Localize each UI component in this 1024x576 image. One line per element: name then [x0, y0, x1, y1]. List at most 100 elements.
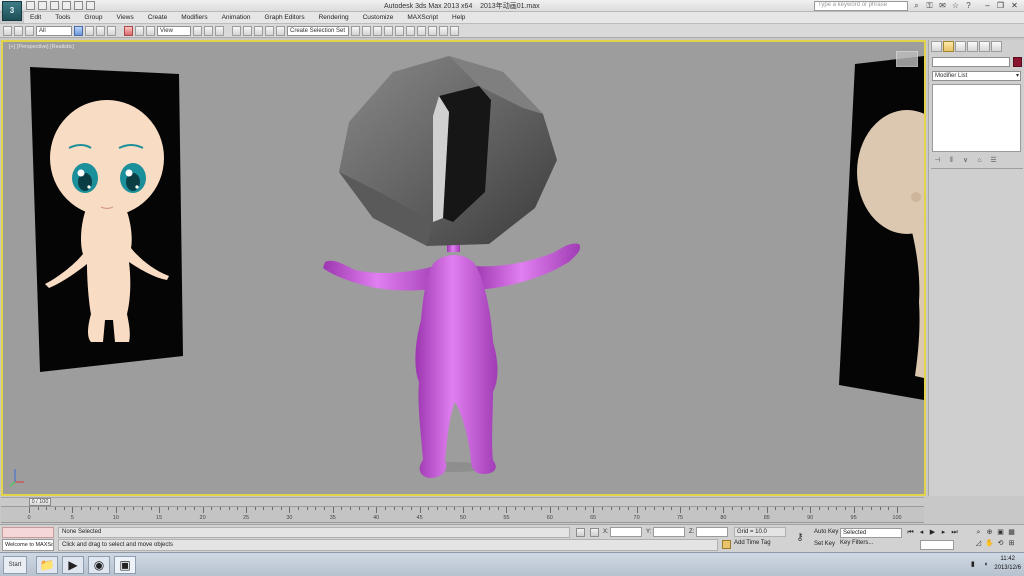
minimize-icon[interactable]: –	[981, 0, 994, 11]
close-icon[interactable]: ✕	[1007, 0, 1022, 11]
render-production-icon[interactable]	[450, 25, 459, 36]
select-link-icon[interactable]	[3, 25, 12, 36]
auto-key-button[interactable]: Auto Key	[814, 529, 838, 535]
play-icon[interactable]: ▶	[928, 528, 937, 537]
time-tag-icon[interactable]	[722, 540, 731, 549]
window-crossing-icon[interactable]	[107, 25, 116, 36]
selection-filter-dropdown[interactable]: All	[36, 25, 72, 36]
undo-icon[interactable]	[62, 1, 71, 10]
search-icon[interactable]: ⌕	[912, 1, 921, 10]
clock[interactable]: 11:42 2013/12/6	[994, 555, 1021, 573]
edit-named-selection-icon[interactable]	[276, 25, 285, 36]
make-unique-icon[interactable]: ∨	[961, 156, 970, 165]
configure-modifier-sets-icon[interactable]: ☰	[989, 156, 998, 165]
menu-graph-editors[interactable]: Graph Editors	[265, 12, 305, 23]
menu-help[interactable]: Help	[452, 12, 465, 23]
zoom-all-icon[interactable]: ⊕	[985, 528, 994, 537]
create-tab-icon[interactable]	[931, 41, 942, 52]
front-reference-plane[interactable]	[30, 67, 183, 372]
open-file-icon[interactable]	[38, 1, 47, 10]
utilities-tab-icon[interactable]	[991, 41, 1002, 52]
viewcube[interactable]	[896, 51, 918, 67]
help-search-input[interactable]: Type a keyword or phrase	[814, 1, 908, 11]
zoom-extents-icon[interactable]: ▣	[996, 528, 1005, 537]
save-file-icon[interactable]	[50, 1, 59, 10]
set-key-button[interactable]: Set Key	[814, 541, 835, 547]
material-editor-icon[interactable]	[417, 25, 426, 36]
mirror-icon[interactable]	[351, 25, 360, 36]
hierarchy-tab-icon[interactable]	[955, 41, 966, 52]
snaps-toggle-icon[interactable]	[232, 25, 241, 36]
menu-customize[interactable]: Customize	[363, 12, 394, 23]
menu-maxscript[interactable]: MAXScript	[407, 12, 438, 23]
maximize-viewport-icon[interactable]: ⊞	[1007, 539, 1016, 548]
new-file-icon[interactable]	[26, 1, 35, 10]
curve-editor-icon[interactable]	[395, 25, 404, 36]
help-icon[interactable]: ?	[964, 1, 973, 10]
bind-space-warp-icon[interactable]	[25, 25, 34, 36]
pivot-center-icon[interactable]	[193, 25, 202, 36]
select-object-icon[interactable]	[74, 25, 83, 36]
reference-coordinate-dropdown[interactable]: View	[157, 25, 191, 36]
key-filters-button[interactable]: Key Filters...	[840, 540, 873, 546]
menu-edit[interactable]: Edit	[30, 12, 41, 23]
align-icon[interactable]	[362, 25, 371, 36]
layer-manager-icon[interactable]	[373, 25, 382, 36]
volume-icon[interactable]: ◖	[981, 560, 990, 569]
display-tab-icon[interactable]	[979, 41, 990, 52]
previous-frame-icon[interactable]: ◂	[917, 528, 926, 537]
current-frame-field[interactable]	[920, 540, 954, 550]
modify-tab-icon[interactable]	[943, 41, 954, 52]
maxscript-listener-mini[interactable]	[2, 527, 54, 538]
angle-snap-icon[interactable]	[243, 25, 252, 36]
show-end-result-icon[interactable]: ‖	[947, 156, 956, 165]
remove-modifier-icon[interactable]: ⌂	[975, 156, 984, 165]
modifier-stack[interactable]	[932, 84, 1021, 152]
subscription-icon[interactable]: ⚿	[925, 1, 934, 10]
track-bar[interactable]: 0 5 10 15 20 25 30 35 40 45 50 55 60 65 70 75 80 85 90 95 10…	[1, 506, 924, 523]
menu-rendering[interactable]: Rendering	[319, 12, 349, 23]
go-to-end-icon[interactable]: ⏭	[950, 528, 959, 537]
spinner-snap-icon[interactable]	[265, 25, 274, 36]
maximize-icon[interactable]: ❐	[994, 0, 1007, 11]
x-coordinate-field[interactable]	[610, 527, 642, 537]
side-reference-plane[interactable]	[839, 56, 924, 400]
network-icon[interactable]: ▮	[968, 560, 977, 569]
3ds-max-taskbar-icon[interactable]: ▣	[114, 556, 136, 574]
project-folder-icon[interactable]	[86, 1, 95, 10]
object-name-field[interactable]	[932, 57, 1010, 67]
maxscript-input[interactable]: Welcome to MAXScript	[2, 539, 54, 551]
character-body-mesh[interactable]	[323, 236, 581, 478]
select-and-move-icon[interactable]	[124, 25, 133, 36]
y-coordinate-field[interactable]	[653, 527, 685, 537]
render-setup-icon[interactable]	[428, 25, 437, 36]
orbit-icon[interactable]: ⟲	[996, 539, 1005, 548]
select-manipulate-icon[interactable]	[204, 25, 213, 36]
menu-animation[interactable]: Animation	[222, 12, 251, 23]
object-color-swatch[interactable]	[1013, 57, 1022, 67]
keyboard-shortcut-override-icon[interactable]	[215, 25, 224, 36]
media-player-icon[interactable]: ▶	[62, 556, 84, 574]
zoom-extents-all-icon[interactable]: ▦	[1007, 528, 1016, 537]
schematic-view-icon[interactable]	[406, 25, 415, 36]
z-coordinate-field[interactable]	[696, 527, 728, 537]
time-slider[interactable]: 0 / 100	[1, 497, 924, 506]
chrome-icon[interactable]: ◉	[88, 556, 110, 574]
pan-icon[interactable]: ✋	[985, 539, 994, 548]
field-of-view-icon[interactable]: ◿	[974, 539, 983, 548]
perspective-viewport[interactable]: [+] [Perspective] [Realistic]	[1, 40, 926, 496]
file-explorer-icon[interactable]: 📁	[36, 556, 58, 574]
key-selection-dropdown[interactable]: Selected	[840, 528, 902, 538]
add-time-tag-button[interactable]: Add Time Tag	[734, 540, 771, 546]
selection-lock-icon[interactable]	[590, 528, 599, 537]
rectangle-selection-icon[interactable]	[96, 25, 105, 36]
head-geosphere-mesh[interactable]	[339, 56, 557, 246]
menu-views[interactable]: Views	[116, 12, 133, 23]
menu-group[interactable]: Group	[84, 12, 102, 23]
menu-modifiers[interactable]: Modifiers	[181, 12, 207, 23]
communication-icon[interactable]: ✉	[938, 1, 947, 10]
time-slider-thumb[interactable]: 0 / 100	[29, 498, 51, 506]
zoom-icon[interactable]: ⌕	[974, 528, 983, 537]
start-button[interactable]: Start	[3, 556, 27, 574]
graphite-ribbon-icon[interactable]	[384, 25, 393, 36]
